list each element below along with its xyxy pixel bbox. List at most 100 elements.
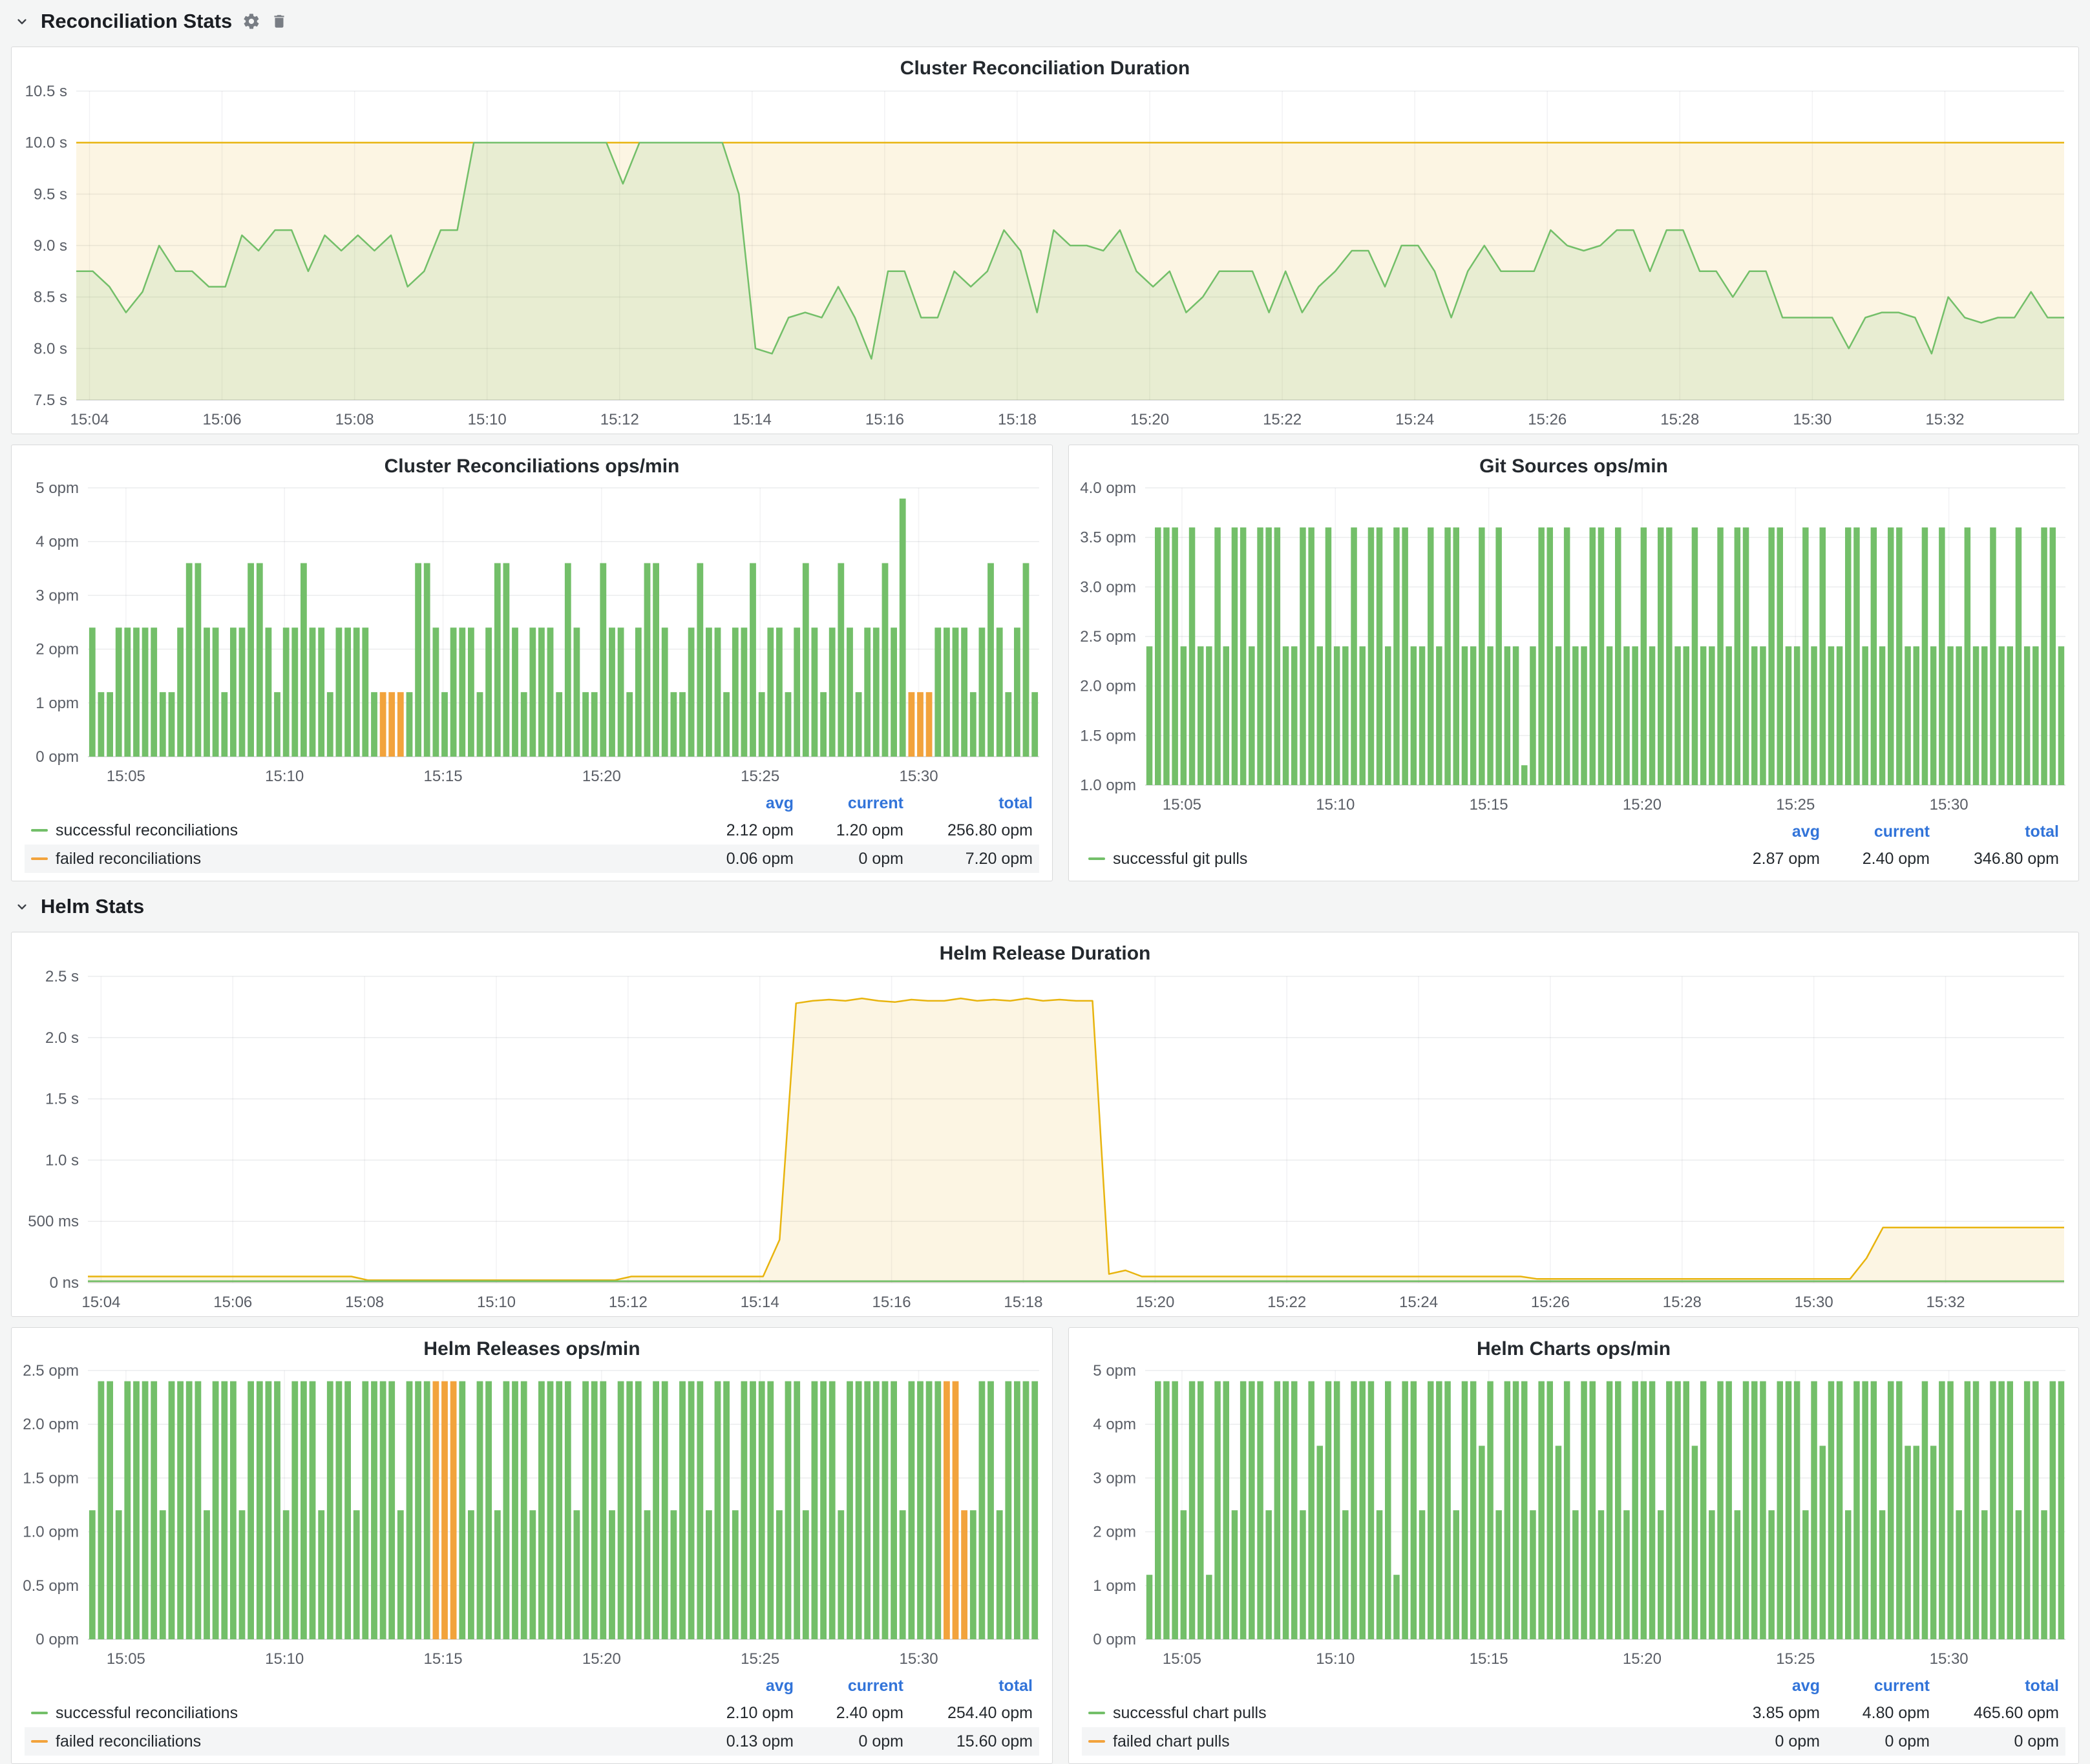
legend-header-current[interactable]: current xyxy=(794,794,903,813)
svg-text:9.0 s: 9.0 s xyxy=(34,237,67,255)
svg-text:15:05: 15:05 xyxy=(1163,1650,1201,1668)
svg-text:1.5 opm: 1.5 opm xyxy=(23,1469,79,1487)
legend-header-avg[interactable]: avg xyxy=(684,794,794,813)
legend-header-row: avg current total xyxy=(25,790,1039,816)
svg-text:4 opm: 4 opm xyxy=(1093,1416,1136,1433)
svg-text:1 opm: 1 opm xyxy=(1093,1577,1136,1595)
svg-text:5 opm: 5 opm xyxy=(36,479,79,497)
legend-header-total[interactable]: total xyxy=(903,794,1033,813)
series-color-mark xyxy=(31,829,48,832)
svg-text:9.5 s: 9.5 s xyxy=(34,185,67,203)
legend-header-avg[interactable]: avg xyxy=(1710,823,1820,841)
legend-header-current[interactable]: current xyxy=(1820,1677,1930,1696)
series-color-mark xyxy=(1088,1740,1105,1743)
chevron-down-icon[interactable] xyxy=(14,13,30,30)
svg-text:0.5 opm: 0.5 opm xyxy=(23,1577,79,1595)
legend-series-toggle[interactable]: failed reconciliations xyxy=(31,1732,684,1751)
legend-series-toggle[interactable]: successful git pulls xyxy=(1088,850,1710,868)
legend-series-name: failed reconciliations xyxy=(56,1732,201,1751)
panel-title[interactable]: Helm Release Duration xyxy=(12,932,2078,966)
legend-avg-value: 2.12 opm xyxy=(684,821,794,840)
svg-text:15:26: 15:26 xyxy=(1531,1294,1570,1311)
legend-header-total[interactable]: total xyxy=(1930,1677,2059,1696)
legend-series-toggle[interactable]: successful reconciliations xyxy=(31,1704,684,1723)
section-title-reconciliation-stats[interactable]: Reconciliation Stats xyxy=(41,10,232,33)
svg-text:15:15: 15:15 xyxy=(1470,796,1508,814)
legend-header-avg[interactable]: avg xyxy=(684,1677,794,1696)
panel-helm-release-duration: Helm Release Duration 0 ns500 ms1.0 s1.5… xyxy=(11,932,2079,1317)
svg-text:3 opm: 3 opm xyxy=(1093,1469,1136,1487)
svg-text:15:20: 15:20 xyxy=(582,768,621,785)
series-color-mark xyxy=(1088,857,1105,860)
cluster-reconciliations-opm-chart[interactable]: 0 opm1 opm2 opm3 opm4 opm5 opm15:0515:10… xyxy=(12,479,1052,790)
legend-series-toggle[interactable]: successful reconciliations xyxy=(31,821,684,840)
svg-text:15:20: 15:20 xyxy=(1130,411,1169,428)
legend-series-toggle[interactable]: failed reconciliations xyxy=(31,850,684,868)
svg-text:1.5 s: 1.5 s xyxy=(45,1091,79,1108)
svg-text:15:10: 15:10 xyxy=(477,1294,516,1311)
legend-row-successful-git-pulls: successful git pulls 2.87 opm 2.40 opm 3… xyxy=(1082,845,2065,873)
svg-text:15:25: 15:25 xyxy=(1776,796,1815,814)
legend-header-total[interactable]: total xyxy=(1930,823,2059,841)
svg-text:15:15: 15:15 xyxy=(424,1650,463,1668)
svg-text:15:08: 15:08 xyxy=(345,1294,384,1311)
svg-text:0 ns: 0 ns xyxy=(50,1274,79,1292)
panel-helm-releases-opm: Helm Releases ops/min 0 opm0.5 opm1.0 op… xyxy=(11,1327,1053,1764)
svg-text:15:30: 15:30 xyxy=(1930,796,1969,814)
legend-total-value: 256.80 opm xyxy=(903,821,1033,840)
panel-title[interactable]: Cluster Reconciliation Duration xyxy=(12,47,2078,81)
helm-releases-opm-chart[interactable]: 0 opm0.5 opm1.0 opm1.5 opm2.0 opm2.5 opm… xyxy=(12,1361,1052,1673)
legend-header-current[interactable]: current xyxy=(794,1677,903,1696)
svg-text:15:04: 15:04 xyxy=(70,411,109,428)
legend: avg current total successful reconciliat… xyxy=(12,1673,1052,1763)
svg-text:1.0 opm: 1.0 opm xyxy=(1080,777,1136,794)
panel-title[interactable]: Helm Releases ops/min xyxy=(12,1328,1052,1361)
svg-text:15:14: 15:14 xyxy=(733,411,772,428)
panel-git-sources-opm: Git Sources ops/min 1.0 opm1.5 opm2.0 op… xyxy=(1068,445,2079,881)
legend-header-current[interactable]: current xyxy=(1820,823,1930,841)
svg-text:15:05: 15:05 xyxy=(107,768,145,785)
section-title-helm-stats[interactable]: Helm Stats xyxy=(41,895,144,918)
legend: avg current total successful reconciliat… xyxy=(12,790,1052,881)
legend-header-avg[interactable]: avg xyxy=(1710,1677,1820,1696)
panel-helm-charts-opm: Helm Charts ops/min 0 opm1 opm2 opm3 opm… xyxy=(1068,1327,2079,1764)
legend-series-name: successful reconciliations xyxy=(56,821,238,840)
legend-avg-value: 0.06 opm xyxy=(684,850,794,868)
svg-text:15:10: 15:10 xyxy=(265,1650,304,1668)
svg-text:15:08: 15:08 xyxy=(335,411,374,428)
legend-series-name: successful git pulls xyxy=(1113,850,1247,868)
legend-header-row: avg current total xyxy=(25,1673,1039,1699)
svg-text:15:32: 15:32 xyxy=(1925,411,1964,428)
legend-series-toggle[interactable]: failed chart pulls xyxy=(1088,1732,1710,1751)
legend-avg-value: 0 opm xyxy=(1710,1732,1820,1751)
panel-title[interactable]: Helm Charts ops/min xyxy=(1069,1328,2078,1361)
legend-row-failed-reconciliations: failed reconciliations 0.06 opm 0 opm 7.… xyxy=(25,845,1039,873)
series-color-mark xyxy=(31,1740,48,1743)
legend-current-value: 1.20 opm xyxy=(794,821,903,840)
cluster-reconciliation-duration-chart[interactable]: 7.5 s8.0 s8.5 s9.0 s9.5 s10.0 s10.5 s15:… xyxy=(12,81,2078,434)
panel-title[interactable]: Git Sources ops/min xyxy=(1069,445,2078,479)
legend-current-value: 0 opm xyxy=(1820,1732,1930,1751)
legend-series-name: successful reconciliations xyxy=(56,1704,238,1723)
legend-header-total[interactable]: total xyxy=(903,1677,1033,1696)
legend-series-toggle[interactable]: successful chart pulls xyxy=(1088,1704,1710,1723)
svg-text:15:04: 15:04 xyxy=(81,1294,120,1311)
svg-text:15:16: 15:16 xyxy=(865,411,904,428)
helm-release-duration-chart[interactable]: 0 ns500 ms1.0 s1.5 s2.0 s2.5 s15:0415:06… xyxy=(12,966,2078,1316)
git-sources-opm-chart[interactable]: 1.0 opm1.5 opm2.0 opm2.5 opm3.0 opm3.5 o… xyxy=(1069,479,2078,819)
svg-text:15:30: 15:30 xyxy=(900,768,938,785)
svg-text:15:25: 15:25 xyxy=(1776,1650,1815,1668)
legend-total-value: 465.60 opm xyxy=(1930,1704,2059,1723)
svg-text:15:10: 15:10 xyxy=(1316,1650,1355,1668)
trash-icon[interactable] xyxy=(271,13,288,30)
helm-charts-opm-chart[interactable]: 0 opm1 opm2 opm3 opm4 opm5 opm15:0515:10… xyxy=(1069,1361,2078,1673)
svg-text:15:32: 15:32 xyxy=(1926,1294,1965,1311)
svg-text:8.5 s: 8.5 s xyxy=(34,289,67,306)
gear-icon[interactable] xyxy=(242,12,260,30)
svg-text:15:15: 15:15 xyxy=(424,768,463,785)
legend-total-value: 346.80 opm xyxy=(1930,850,2059,868)
svg-text:15:20: 15:20 xyxy=(1135,1294,1174,1311)
panel-title[interactable]: Cluster Reconciliations ops/min xyxy=(12,445,1052,479)
chevron-down-icon[interactable] xyxy=(14,898,30,915)
svg-text:1 opm: 1 opm xyxy=(36,695,79,712)
